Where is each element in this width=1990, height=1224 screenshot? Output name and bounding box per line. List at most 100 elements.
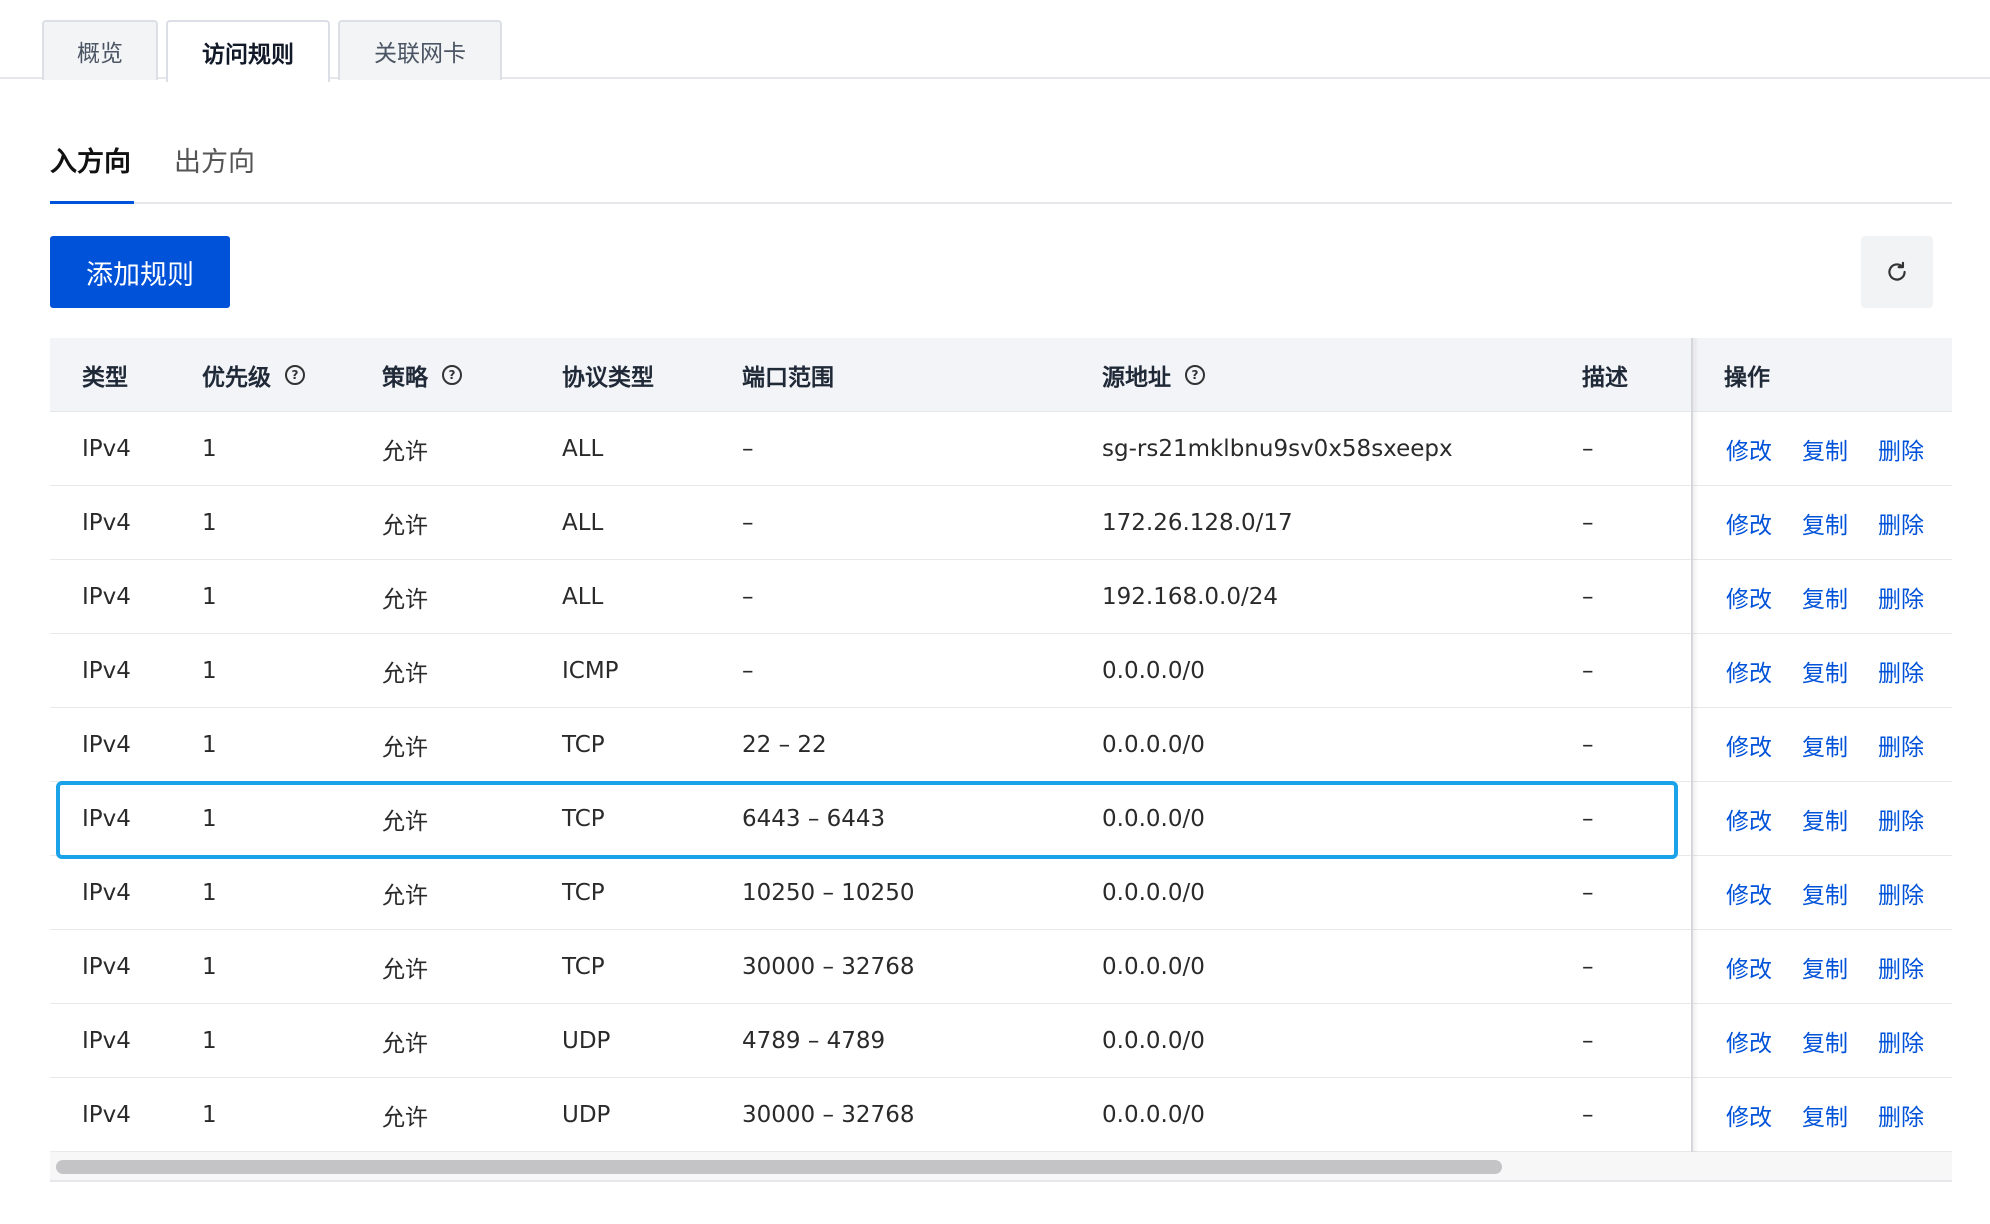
cell-priority: 1 bbox=[202, 1028, 217, 1054]
copy-rule-link[interactable]: 复制 bbox=[1802, 950, 1848, 984]
cell-priority: 1 bbox=[202, 880, 217, 906]
cell-type: IPv4 bbox=[82, 954, 131, 980]
copy-rule-link[interactable]: 复制 bbox=[1802, 876, 1848, 910]
cell-policy: 允许 bbox=[382, 1105, 428, 1131]
cell-source: 0.0.0.0/0 bbox=[1102, 954, 1205, 980]
cell-type: IPv4 bbox=[82, 1028, 131, 1054]
cell-port-range: 4789 – 4789 bbox=[742, 1028, 886, 1054]
delete-rule-link[interactable]: 删除 bbox=[1878, 506, 1924, 540]
tab-outbound[interactable]: 出方向 bbox=[174, 140, 255, 179]
edit-rule-link[interactable]: 修改 bbox=[1726, 950, 1772, 984]
cell-type: IPv4 bbox=[82, 510, 131, 536]
cell-source: 0.0.0.0/0 bbox=[1102, 658, 1205, 684]
cell-port-range: – bbox=[742, 436, 754, 462]
tab-inbound[interactable]: 入方向 bbox=[50, 140, 131, 179]
scrollbar-thumb[interactable] bbox=[56, 1160, 1502, 1174]
cell-description: – bbox=[1582, 806, 1594, 832]
copy-rule-link[interactable]: 复制 bbox=[1802, 728, 1848, 762]
refresh-button[interactable] bbox=[1861, 236, 1933, 308]
delete-rule-link[interactable]: 删除 bbox=[1878, 1098, 1924, 1132]
cell-priority: 1 bbox=[202, 806, 217, 832]
delete-rule-link[interactable]: 删除 bbox=[1878, 950, 1924, 984]
tab-access-rules[interactable]: 访问规则 bbox=[166, 20, 330, 82]
tab-bound-nics[interactable]: 关联网卡 bbox=[338, 20, 502, 80]
col-type: 类型 bbox=[82, 365, 128, 391]
cell-source: 0.0.0.0/0 bbox=[1102, 732, 1205, 758]
cell-actions: 修改 复制 删除 bbox=[1726, 560, 1954, 634]
cell-type: IPv4 bbox=[82, 1102, 131, 1128]
copy-rule-link[interactable]: 复制 bbox=[1802, 654, 1848, 688]
edit-rule-link[interactable]: 修改 bbox=[1726, 802, 1772, 836]
edit-rule-link[interactable]: 修改 bbox=[1726, 728, 1772, 762]
edit-rule-link[interactable]: 修改 bbox=[1726, 1098, 1772, 1132]
rules-table: 类型 优先级? 策略? 协议类型 端口范围 源地址? 描述 操作 IPv4 1 允许… bbox=[50, 338, 1952, 1152]
cell-policy: 允许 bbox=[382, 883, 428, 909]
cell-port-range: – bbox=[742, 658, 754, 684]
delete-rule-link[interactable]: 删除 bbox=[1878, 728, 1924, 762]
fixed-column-divider bbox=[1691, 338, 1693, 1152]
copy-rule-link[interactable]: 复制 bbox=[1802, 506, 1848, 540]
col-source: 源地址? bbox=[1102, 338, 1205, 412]
cell-protocol: TCP bbox=[562, 954, 605, 980]
cell-protocol: TCP bbox=[562, 880, 605, 906]
help-icon[interactable]: ? bbox=[285, 365, 305, 385]
cell-priority: 1 bbox=[202, 658, 217, 684]
cell-source: 0.0.0.0/0 bbox=[1102, 880, 1205, 906]
cell-description: – bbox=[1582, 880, 1594, 906]
cell-policy: 允许 bbox=[382, 439, 428, 465]
copy-rule-link[interactable]: 复制 bbox=[1802, 1024, 1848, 1058]
cell-description: – bbox=[1582, 584, 1594, 610]
cell-type: IPv4 bbox=[82, 806, 131, 832]
cell-description: – bbox=[1582, 1102, 1594, 1128]
cell-port-range: 30000 – 32768 bbox=[742, 954, 915, 980]
copy-rule-link[interactable]: 复制 bbox=[1802, 1098, 1848, 1132]
col-protocol: 协议类型 bbox=[562, 365, 654, 391]
cell-port-range: – bbox=[742, 584, 754, 610]
edit-rule-link[interactable]: 修改 bbox=[1726, 432, 1772, 466]
edit-rule-link[interactable]: 修改 bbox=[1726, 876, 1772, 910]
col-actions: 操作 bbox=[1724, 365, 1770, 391]
direction-tab-bar: 入方向 出方向 bbox=[50, 128, 1952, 204]
edit-rule-link[interactable]: 修改 bbox=[1726, 506, 1772, 540]
horizontal-scrollbar[interactable] bbox=[50, 1152, 1952, 1182]
cell-source: 172.26.128.0/17 bbox=[1102, 510, 1293, 536]
refresh-icon bbox=[1888, 261, 1906, 281]
cell-type: IPv4 bbox=[82, 436, 131, 462]
cell-port-range: 30000 – 32768 bbox=[742, 1102, 915, 1128]
table-row: IPv4 1 允许 UDP 30000 – 32768 0.0.0.0/0 – 修改 复制 删除 bbox=[50, 1078, 1952, 1152]
cell-source: 192.168.0.0/24 bbox=[1102, 584, 1279, 610]
table-row: IPv4 1 允许 UDP 4789 – 4789 0.0.0.0/0 – 修改 复制 删除 bbox=[50, 1004, 1952, 1078]
cell-policy: 允许 bbox=[382, 587, 428, 613]
cell-protocol: UDP bbox=[562, 1102, 611, 1128]
cell-actions: 修改 复制 删除 bbox=[1726, 782, 1954, 856]
delete-rule-link[interactable]: 删除 bbox=[1878, 580, 1924, 614]
copy-rule-link[interactable]: 复制 bbox=[1802, 802, 1848, 836]
col-policy: 策略? bbox=[382, 338, 462, 412]
cell-priority: 1 bbox=[202, 436, 217, 462]
delete-rule-link[interactable]: 删除 bbox=[1878, 802, 1924, 836]
delete-rule-link[interactable]: 删除 bbox=[1878, 654, 1924, 688]
cell-description: – bbox=[1582, 732, 1594, 758]
copy-rule-link[interactable]: 复制 bbox=[1802, 432, 1848, 466]
tab-overview[interactable]: 概览 bbox=[42, 20, 158, 80]
delete-rule-link[interactable]: 删除 bbox=[1878, 1024, 1924, 1058]
edit-rule-link[interactable]: 修改 bbox=[1726, 1024, 1772, 1058]
cell-priority: 1 bbox=[202, 510, 217, 536]
cell-description: – bbox=[1582, 954, 1594, 980]
cell-source: 0.0.0.0/0 bbox=[1102, 806, 1205, 832]
help-icon[interactable]: ? bbox=[442, 365, 462, 385]
edit-rule-link[interactable]: 修改 bbox=[1726, 654, 1772, 688]
delete-rule-link[interactable]: 删除 bbox=[1878, 432, 1924, 466]
cell-priority: 1 bbox=[202, 732, 217, 758]
edit-rule-link[interactable]: 修改 bbox=[1726, 580, 1772, 614]
active-tab-indicator bbox=[50, 201, 134, 204]
cell-actions: 修改 复制 删除 bbox=[1726, 708, 1954, 782]
cell-protocol: ALL bbox=[562, 436, 604, 462]
help-icon[interactable]: ? bbox=[1185, 365, 1205, 385]
copy-rule-link[interactable]: 复制 bbox=[1802, 580, 1848, 614]
add-rule-button[interactable]: 添加规则 bbox=[50, 236, 230, 308]
delete-rule-link[interactable]: 删除 bbox=[1878, 876, 1924, 910]
cell-description: – bbox=[1582, 436, 1594, 462]
table-header: 类型 优先级? 策略? 协议类型 端口范围 源地址? 描述 操作 bbox=[50, 338, 1952, 412]
cell-type: IPv4 bbox=[82, 880, 131, 906]
